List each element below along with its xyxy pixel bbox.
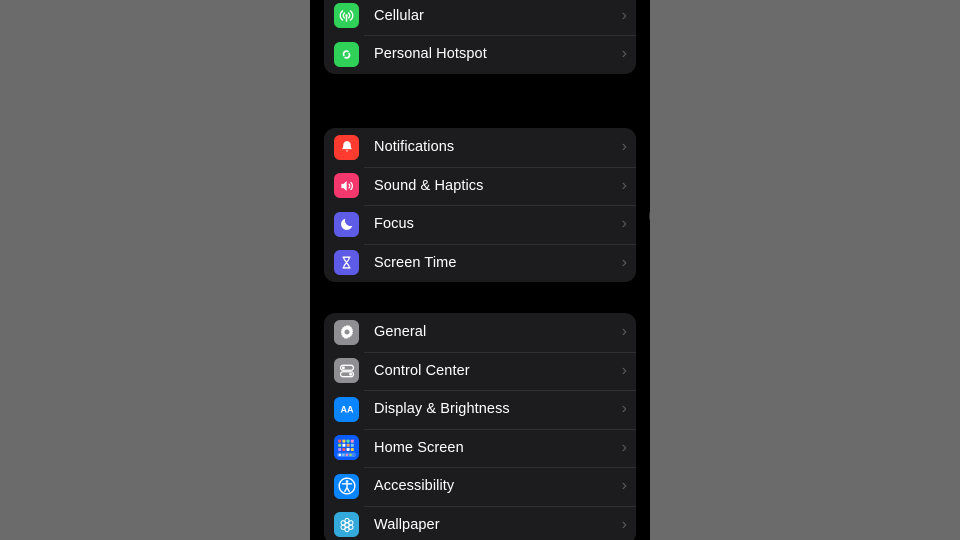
settings-row-display-brightness[interactable]: AA Display & Brightness › bbox=[324, 390, 636, 429]
settings-row-general[interactable]: General › bbox=[324, 313, 636, 352]
settings-row-label: Screen Time bbox=[374, 254, 457, 271]
display-brightness-aa-icon: AA bbox=[334, 396, 359, 422]
settings-row-label: Cellular bbox=[374, 7, 424, 24]
general-gear-icon bbox=[334, 319, 359, 345]
settings-row-home-screen[interactable]: Home Screen › bbox=[324, 428, 636, 468]
settings-row-accessibility[interactable]: Accessibility › bbox=[324, 467, 636, 506]
settings-row-notifications[interactable]: Notifications › bbox=[324, 128, 636, 167]
settings-row-personal-hotspot[interactable]: Personal Hotspot › bbox=[324, 35, 636, 74]
settings-row-wallpaper[interactable]: Wallpaper › bbox=[324, 505, 636, 540]
settings-row-label: Wallpaper bbox=[374, 516, 440, 533]
settings-screen: Bluetooth On › Cellular › bbox=[310, 0, 650, 540]
personal-hotspot-icon bbox=[334, 41, 359, 67]
wallpaper-flower-icon bbox=[334, 512, 359, 538]
chevron-right-icon: › bbox=[621, 176, 627, 194]
settings-row-label: Display & Brightness bbox=[374, 401, 510, 418]
settings-row-sound-haptics[interactable]: Sound & Haptics › bbox=[324, 166, 636, 206]
settings-group-alerts: Notifications › Sound & Haptics › Focus … bbox=[324, 128, 636, 282]
chevron-right-icon: › bbox=[621, 215, 627, 233]
settings-group-system: General › Control Center › AA Display & … bbox=[324, 313, 636, 540]
settings-row-screen-time[interactable]: Screen Time › bbox=[324, 243, 636, 283]
home-screen-grid-icon bbox=[334, 435, 359, 461]
settings-row-control-center[interactable]: Control Center › bbox=[324, 351, 636, 391]
focus-moon-icon bbox=[334, 211, 359, 237]
chevron-right-icon: › bbox=[621, 45, 627, 63]
chevron-right-icon: › bbox=[621, 515, 627, 533]
settings-row-label: Home Screen bbox=[374, 439, 464, 456]
settings-row-label: General bbox=[374, 324, 427, 341]
settings-row-label: Notifications bbox=[374, 139, 455, 156]
chevron-right-icon: › bbox=[621, 477, 627, 495]
settings-row-cellular[interactable]: Cellular › bbox=[324, 0, 636, 35]
chevron-right-icon: › bbox=[621, 323, 627, 341]
accessibility-person-icon bbox=[334, 473, 359, 499]
chevron-right-icon: › bbox=[621, 400, 627, 418]
settings-row-label: Personal Hotspot bbox=[374, 46, 487, 63]
chevron-right-icon: › bbox=[621, 6, 627, 24]
settings-row-label: Accessibility bbox=[374, 478, 455, 495]
settings-group-connectivity: Bluetooth On › Cellular › bbox=[324, 0, 636, 74]
chevron-right-icon: › bbox=[621, 438, 627, 456]
chevron-right-icon: › bbox=[621, 253, 627, 271]
notification-bell-icon bbox=[334, 134, 359, 160]
chevron-right-icon: › bbox=[621, 138, 627, 156]
chevron-right-icon: › bbox=[621, 361, 627, 379]
screen-time-hourglass-icon bbox=[334, 250, 359, 276]
settings-row-label: Control Center bbox=[374, 362, 470, 379]
settings-row-label: Focus bbox=[374, 216, 414, 233]
settings-row-label: Sound & Haptics bbox=[374, 177, 484, 194]
cellular-antenna-icon bbox=[334, 3, 359, 29]
control-center-toggles-icon bbox=[334, 358, 359, 384]
svg-text:AA: AA bbox=[340, 405, 354, 415]
settings-row-focus[interactable]: Focus › bbox=[324, 205, 636, 244]
sound-haptics-icon bbox=[334, 173, 359, 199]
